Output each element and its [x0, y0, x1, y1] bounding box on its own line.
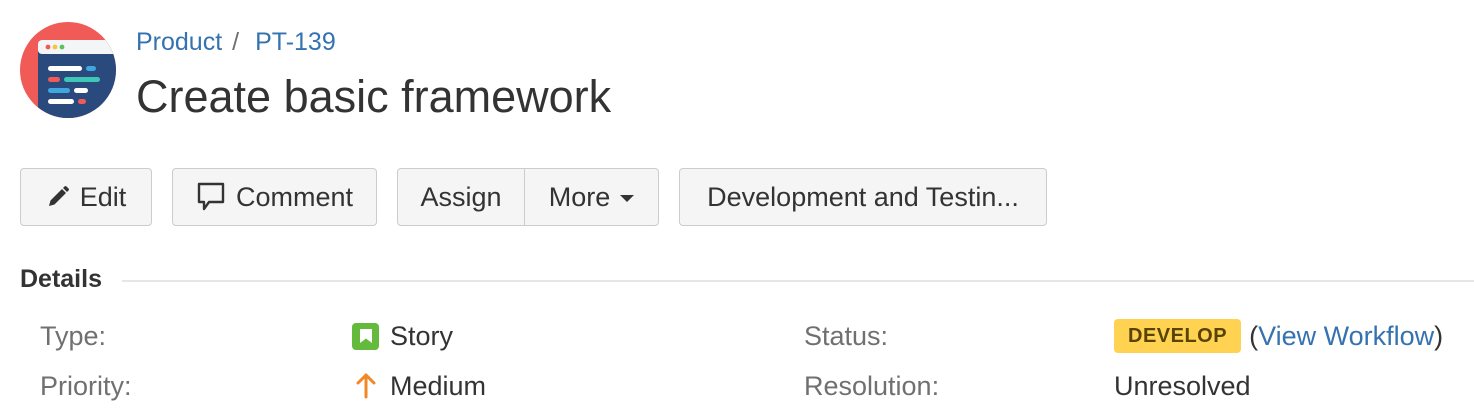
status-label: Status: — [804, 321, 889, 351]
resolution-label: Resolution: — [804, 371, 940, 401]
details-heading[interactable]: Details — [20, 262, 102, 296]
project-avatar-icon[interactable] — [20, 22, 116, 118]
more-button-label: More — [548, 181, 611, 212]
more-dropdown-button[interactable]: More — [525, 169, 658, 225]
view-workflow-open-paren: ( — [1249, 321, 1259, 351]
priority-value: Medium — [356, 369, 486, 403]
assign-button-label: Assign — [420, 181, 502, 212]
speech-bubble-icon — [196, 181, 226, 213]
type-label: Type: — [40, 321, 107, 351]
breadcrumb: Product / PT-139 — [136, 26, 336, 58]
comment-button-label: Comment — [235, 181, 354, 212]
breadcrumb-separator: / — [232, 28, 240, 56]
priority-label: Priority: — [40, 371, 132, 401]
pencil-icon — [46, 185, 70, 209]
view-workflow-close-paren: ) — [1434, 321, 1444, 351]
chevron-down-icon — [620, 195, 635, 202]
view-workflow: (View Workflow) — [1249, 319, 1443, 353]
resolution-value: Unresolved — [1114, 371, 1251, 401]
workflow-transition-button[interactable]: Development and Testin... — [679, 168, 1047, 226]
status-badge: DEVELOP — [1114, 319, 1242, 353]
assign-button[interactable]: Assign — [398, 169, 525, 225]
type-value: Story — [352, 319, 453, 353]
details-divider — [122, 280, 1474, 282]
breadcrumb-issue-key-link[interactable]: PT-139 — [255, 28, 336, 56]
edit-button[interactable]: Edit — [20, 168, 152, 226]
status-value: DEVELOP (View Workflow) — [1114, 319, 1443, 353]
breadcrumb-project-link[interactable]: Product — [136, 28, 222, 56]
edit-button-label: Edit — [79, 181, 127, 212]
assign-more-button-group: Assign More — [397, 168, 659, 226]
priority-value-text: Medium — [390, 371, 487, 401]
workflow-transition-label: Development and Testin... — [707, 181, 1019, 212]
issue-title[interactable]: Create basic framework — [136, 70, 611, 124]
view-workflow-link[interactable]: View Workflow — [1258, 321, 1434, 351]
arrow-up-icon — [356, 373, 376, 399]
story-icon — [352, 322, 379, 350]
type-value-text: Story — [390, 321, 454, 351]
comment-button[interactable]: Comment — [172, 168, 377, 226]
